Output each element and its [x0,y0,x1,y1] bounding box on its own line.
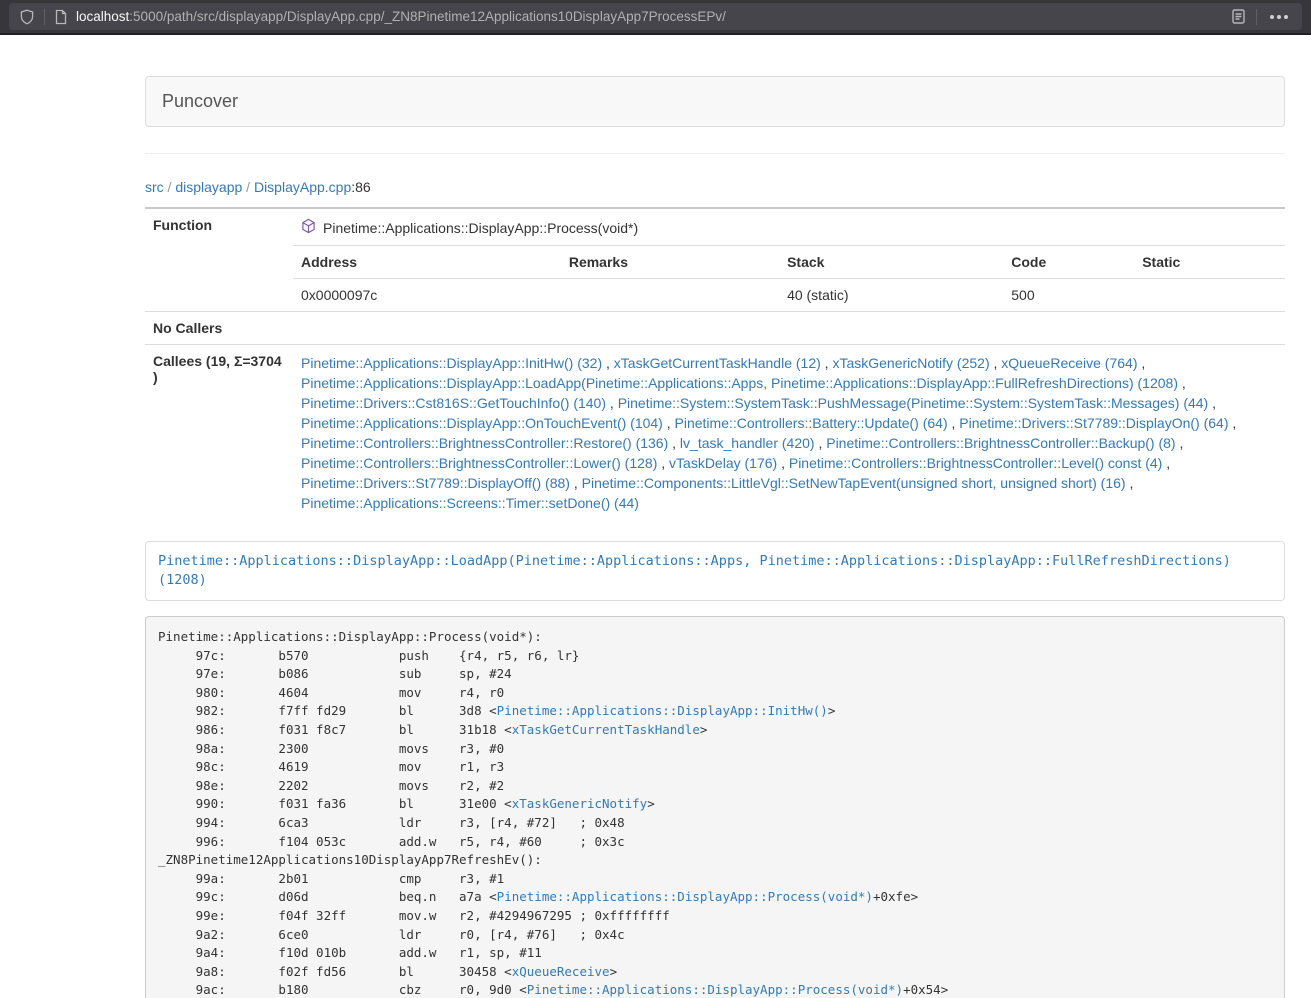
callee-link[interactable]: Pinetime::Controllers::BrightnessControl… [826,435,1175,451]
column-header-code: Code [1003,246,1134,279]
callee-link[interactable]: lv_task_handler (420) [680,435,815,451]
breadcrumb-link-src[interactable]: src [145,179,164,195]
code-size-value: 500 [1003,279,1134,312]
brand-link[interactable]: Puncover [146,77,254,126]
disasm-symbol-link[interactable]: Pinetime::Applications::DisplayApp::Proc… [497,889,873,904]
highlighted-callee-link[interactable]: Pinetime::Applications::DisplayApp::Load… [158,553,1231,588]
address-value: 0x0000097c [293,279,561,312]
callee-link[interactable]: xTaskGetCurrentTaskHandle (12) [614,355,821,371]
highlighted-callee-box: Pinetime::Applications::DisplayApp::Load… [145,541,1285,601]
url-text[interactable]: localhost:5000/path/src/displayapp/Displ… [76,9,1230,24]
callee-link[interactable]: Pinetime::Controllers::BrightnessControl… [789,455,1162,471]
navbar: Puncover [145,76,1285,127]
symbol-cube-icon [301,218,316,237]
asm-line: 980: 4604 mov r4, r0 [158,684,1272,703]
callee-link[interactable]: Pinetime::Applications::DisplayApp::Init… [301,355,602,371]
callee-link[interactable]: Pinetime::System::SystemTask::PushMessag… [618,395,1209,411]
callee-link[interactable]: Pinetime::Drivers::St7789::DisplayOff() … [301,475,570,491]
column-header-static: Static [1134,246,1285,279]
callee-link[interactable]: Pinetime::Drivers::Cst816S::GetTouchInfo… [301,395,606,411]
asm-line: _ZN8Pinetime12Applications10DisplayApp7R… [158,851,1272,870]
column-header-address: Address [293,246,561,279]
function-detail-table: Address Remarks Stack Code Static 0x0000… [293,245,1285,311]
callee-link[interactable]: Pinetime::Applications::DisplayApp::OnTo… [301,415,663,431]
callee-link[interactable]: Pinetime::Applications::DisplayApp::Load… [301,375,1178,391]
asm-line: 98e: 2202 movs r2, #2 [158,777,1272,796]
asm-line: 986: f031 f8c7 bl 31b18 <xTaskGetCurrent… [158,721,1272,740]
disasm-symbol-link[interactable]: xTaskGenericNotify [512,796,647,811]
address-bar[interactable]: localhost:5000/path/src/displayapp/Displ… [9,3,1302,30]
function-name: Pinetime::Applications::DisplayApp::Proc… [323,220,638,236]
callee-link[interactable]: Pinetime::Drivers::St7789::DisplayOn() (… [959,415,1228,431]
callees-label: Callees (19, Σ=3704 ) [145,345,293,522]
breadcrumb-separator: / [164,179,176,195]
toolbar-divider [1256,9,1257,25]
detail-value-row: 0x0000097c 40 (static) 500 [293,279,1285,312]
page-icon[interactable] [54,9,68,25]
breadcrumb-link-file[interactable]: DisplayApp.cpp [254,179,351,195]
stack-value: 40 (static) [779,279,1003,312]
page-actions-menu-icon[interactable] [1266,15,1292,19]
column-header-remarks: Remarks [561,246,779,279]
asm-line: 97e: b086 sub sp, #24 [158,665,1272,684]
asm-line: 9ac: b180 cbz r0, 9d0 <Pinetime::Applica… [158,981,1272,998]
asm-line: 97c: b570 push {r4, r5, r6, lr} [158,647,1272,666]
url-path: :5000/path/src/displayapp/DisplayApp.cpp… [129,9,726,24]
breadcrumb-line-number: :86 [351,179,370,195]
breadcrumb-link-displayapp[interactable]: displayapp [175,179,242,195]
asm-line: 982: f7ff fd29 bl 3d8 <Pinetime::Applica… [158,702,1272,721]
symbol-table: Function Pinetime::Applications::Display… [145,207,1285,521]
disassembly-code: Pinetime::Applications::DisplayApp::Proc… [145,616,1285,998]
remarks-value [561,279,779,312]
page-container: Puncover src / displayapp / DisplayApp.c… [145,76,1285,998]
no-callers-label: No Callers [145,312,293,345]
disasm-symbol-link[interactable]: xQueueReceive [512,964,610,979]
shield-icon[interactable] [19,9,35,25]
callee-link[interactable]: Pinetime::Applications::Screens::Timer::… [301,495,639,511]
disasm-symbol-link[interactable]: xTaskGetCurrentTaskHandle [512,722,700,737]
asm-line: 996: f104 053c add.w r5, r4, #60 ; 0x3c [158,833,1272,852]
detail-header-row: Address Remarks Stack Code Static [293,246,1285,279]
function-row-label: Function [145,208,293,312]
no-callers-row: No Callers [145,312,1285,345]
asm-line: Pinetime::Applications::DisplayApp::Proc… [158,628,1272,647]
asm-line: 9a2: 6ce0 ldr r0, [r4, #76] ; 0x4c [158,926,1272,945]
asm-line: 99a: 2b01 cmp r3, #1 [158,870,1272,889]
column-header-stack: Stack [779,246,1003,279]
function-name-line: Pinetime::Applications::DisplayApp::Proc… [293,209,1285,245]
callee-link[interactable]: Pinetime::Components::LittleVgl::SetNewT… [582,475,1126,491]
asm-line: 990: f031 fa36 bl 31e00 <xTaskGenericNot… [158,795,1272,814]
toolbar-divider [44,9,45,25]
asm-line: 994: 6ca3 ldr r3, [r4, #72] ; 0x48 [158,814,1272,833]
asm-line: 9a4: f10d 010b add.w r1, sp, #11 [158,944,1272,963]
callees-list: Pinetime::Applications::DisplayApp::Init… [293,345,1285,522]
asm-line: 9a8: f02f fd56 bl 30458 <xQueueReceive> [158,963,1272,982]
callee-link[interactable]: Pinetime::Controllers::BrightnessControl… [301,435,668,451]
callee-link[interactable]: xQueueReceive (764) [1001,355,1137,371]
reader-mode-icon[interactable] [1230,8,1247,25]
callee-link[interactable]: Pinetime::Controllers::Battery::Update()… [675,415,948,431]
disasm-symbol-link[interactable]: Pinetime::Applications::DisplayApp::Proc… [527,982,903,997]
breadcrumb-separator: / [242,179,254,195]
callee-link[interactable]: vTaskDelay (176) [669,455,777,471]
asm-line: 99c: d06d beq.n a7a <Pinetime::Applicati… [158,888,1272,907]
breadcrumb: src / displayapp / DisplayApp.cpp:86 [145,179,1285,195]
callee-link[interactable]: Pinetime::Controllers::BrightnessControl… [301,455,657,471]
function-row: Function Pinetime::Applications::Display… [145,208,1285,312]
browser-toolbar: localhost:5000/path/src/displayapp/Displ… [0,0,1311,35]
url-host: localhost [76,9,129,24]
asm-line: 99e: f04f 32ff mov.w r2, #4294967295 ; 0… [158,907,1272,926]
callee-link[interactable]: xTaskGenericNotify (252) [832,355,989,371]
asm-line: 98a: 2300 movs r3, #0 [158,740,1272,759]
disasm-symbol-link[interactable]: Pinetime::Applications::DisplayApp::Init… [497,703,828,718]
callees-row: Callees (19, Σ=3704 ) Pinetime::Applicat… [145,345,1285,522]
static-value [1134,279,1285,312]
asm-line: 98c: 4619 mov r1, r3 [158,758,1272,777]
divider [145,153,1285,154]
